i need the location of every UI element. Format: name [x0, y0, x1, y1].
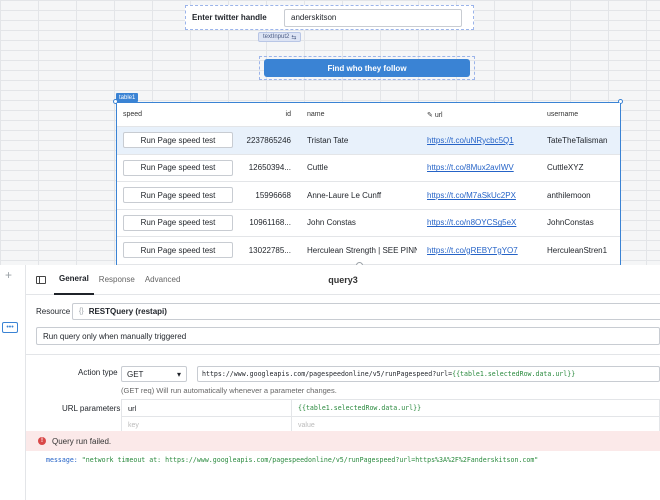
url-prefix: https://www.googleapis.com/pagespeedonli… — [202, 370, 453, 378]
param-key-input[interactable]: url — [122, 399, 292, 417]
col-header-url-label: url — [434, 111, 443, 119]
cell-id: 10961168... — [249, 218, 291, 228]
cell-username: CuttleXYZ — [547, 163, 584, 173]
cell-username: JohnConstas — [547, 218, 594, 228]
cell-name: Tristan Tate — [307, 135, 349, 145]
run-page-speed-button[interactable]: Run Page speed test — [123, 214, 233, 231]
col-header-name[interactable]: name — [297, 111, 417, 118]
more-icon[interactable]: ••• — [2, 322, 18, 333]
followers-table: speed id name ✎ url username Run Page sp… — [117, 103, 620, 265]
find-follows-button[interactable]: Find who they follow — [264, 59, 470, 77]
param-value-placeholder[interactable]: value — [292, 422, 315, 429]
url-template: {{table1.selectedRow.data.url}} — [452, 370, 576, 378]
table-header: speed id name ✎ url username — [117, 103, 620, 127]
error-icon: ! — [38, 437, 46, 445]
twitter-handle-input[interactable]: anderskitson — [284, 8, 462, 27]
cell-url-link[interactable]: https://t.co/M7aSkUc2PX — [427, 191, 516, 200]
error-message: message: "network timeout at: https://ww… — [46, 456, 538, 464]
run-page-speed-button[interactable]: Run Page speed test — [123, 187, 233, 204]
left-strip — [0, 265, 26, 500]
app-canvas: Enter twitter handle anderskitson textIn… — [0, 0, 660, 265]
col-header-speed[interactable]: speed — [117, 111, 237, 118]
twitter-handle-label: Enter twitter handle — [192, 13, 267, 22]
param-row: url {{table1.selectedRow.data.url}} — [122, 399, 659, 417]
run-page-speed-button[interactable]: Run Page speed test — [123, 132, 233, 149]
run-page-speed-button[interactable]: Run Page speed test — [123, 159, 233, 176]
link-icon: ✎ — [427, 111, 433, 119]
action-type-label: Action type — [78, 368, 118, 377]
query-name: query3 — [328, 275, 358, 285]
url-parameters-label: URL parameters — [62, 404, 121, 413]
cell-name: Cuttle — [307, 163, 328, 173]
cell-name: John Constas — [307, 218, 356, 228]
table-row[interactable]: Run Page speed test 2237865246 Tristan T… — [117, 127, 620, 155]
param-value-input[interactable]: {{table1.selectedRow.data.url}} — [292, 404, 421, 412]
run-page-speed-button[interactable]: Run Page speed test — [123, 242, 233, 259]
table-row[interactable]: Run Page speed test 13022785... Herculea… — [117, 237, 620, 265]
table-badge[interactable]: table1 — [116, 93, 139, 102]
url-parameters-table: url {{table1.selectedRow.data.url}} key … — [121, 399, 660, 434]
table-row[interactable]: Run Page speed test 12650394... Cuttle h… — [117, 155, 620, 182]
resource-value: RESTQuery (restapi) — [88, 307, 167, 316]
cell-id: 13022785... — [248, 245, 291, 255]
cell-url-link[interactable]: https://t.co/8Mux2avIWV — [427, 163, 514, 172]
method-value: GET — [127, 369, 144, 379]
cell-url-link[interactable]: https://t.co/uNRycbc5Q1 — [427, 136, 514, 145]
cell-username: HerculeanStren1 — [547, 245, 608, 255]
error-message-key: message: — [46, 456, 78, 464]
resource-select[interactable]: {} RESTQuery (restapi) — [72, 303, 660, 320]
error-title: Query run failed. — [52, 436, 112, 446]
auto-run-hint: (GET req) Will run automatically wheneve… — [121, 386, 337, 395]
text-input-badge-label: textInput2 — [263, 34, 290, 40]
cell-username: anthilemoon — [547, 190, 591, 200]
text-input-badge[interactable]: textInput2 ⇆ — [258, 32, 302, 42]
col-header-url[interactable]: ✎ url — [417, 111, 537, 119]
table-row[interactable]: Run Page speed test 15996668 Anne-Laure … — [117, 182, 620, 210]
trigger-mode-select[interactable]: Run query only when manually triggered — [36, 327, 660, 345]
cell-id: 2237865246 — [246, 135, 292, 145]
resource-label: Resource — [36, 307, 71, 316]
badge-icon: ⇆ — [291, 34, 297, 41]
resource-row: Resource {} RESTQuery (restapi) — [36, 303, 660, 320]
url-input[interactable]: https://www.googleapis.com/pagespeedonli… — [197, 366, 660, 382]
twitter-handle-row: Enter twitter handle anderskitson — [185, 5, 474, 30]
cell-id: 15996668 — [255, 190, 291, 200]
method-select[interactable]: GET ▾ — [121, 366, 187, 382]
divider — [26, 354, 660, 355]
col-header-username[interactable]: username — [537, 111, 620, 118]
cell-url-link[interactable]: https://t.co/n8OYCSg5eX — [427, 218, 516, 227]
chevron-down-icon: ▾ — [176, 369, 181, 379]
error-message-value: "network timeout at: https://www.googlea… — [81, 456, 539, 464]
col-header-id[interactable]: id — [237, 111, 297, 118]
rest-api-icon: {} — [79, 308, 84, 315]
cell-username: TateTheTalisman — [547, 135, 608, 145]
table-row[interactable]: Run Page speed test 10961168... John Con… — [117, 210, 620, 237]
error-banner: ! Query run failed. — [26, 431, 660, 451]
plus-icon[interactable]: + — [5, 268, 12, 282]
cell-id: 12650394... — [248, 163, 291, 173]
cell-name: Anne-Laure Le Cunff — [307, 190, 382, 200]
query-editor-panel: General Response Advanced query3 Resourc… — [26, 265, 660, 500]
query-tabs: General Response Advanced query3 — [26, 265, 660, 295]
cell-name: Herculean Strength | SEE PINN... — [307, 245, 417, 255]
cell-url-link[interactable]: https://t.co/gREBYTgYO7 — [427, 246, 518, 255]
